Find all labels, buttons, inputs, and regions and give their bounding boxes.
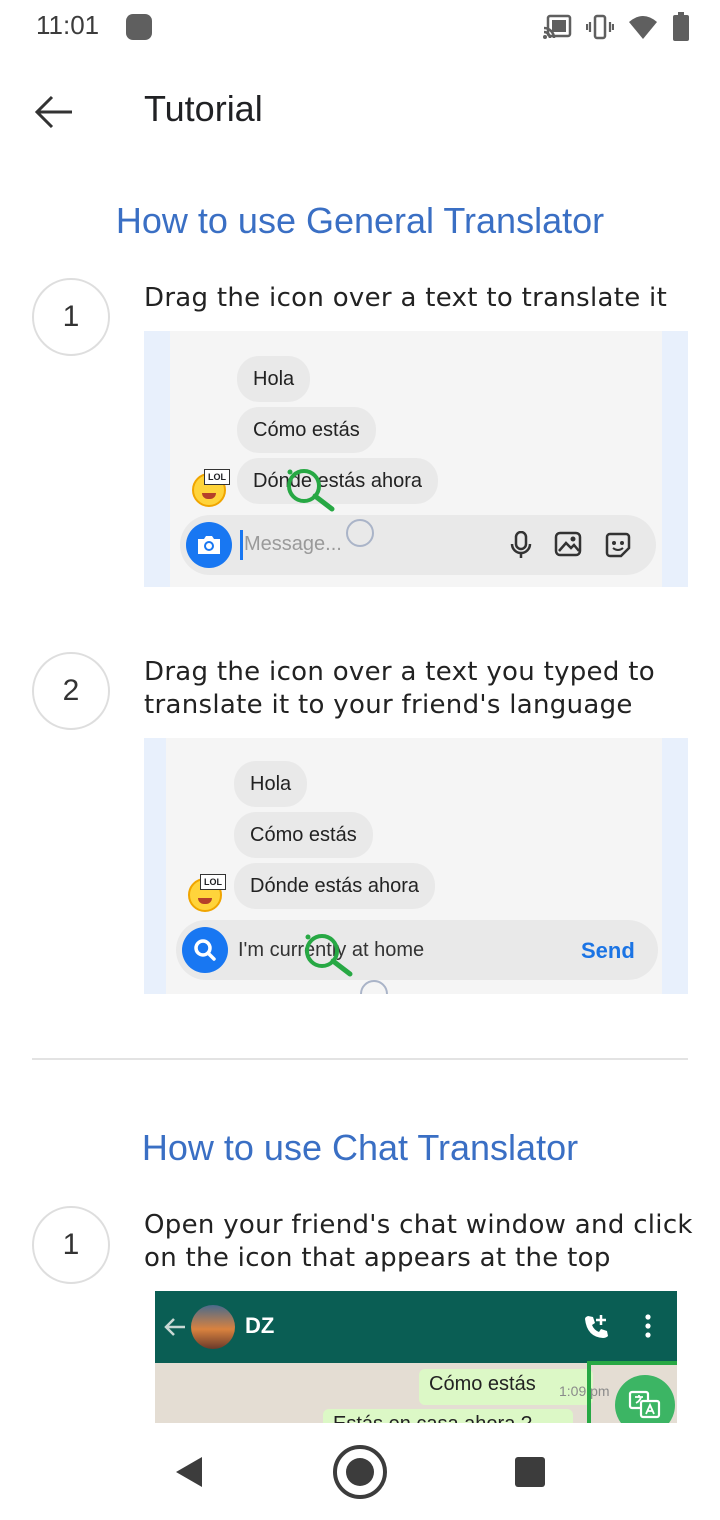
step-number: 2 xyxy=(32,652,110,730)
chat-bubble: Cómo estás xyxy=(237,407,376,453)
chat-bubble: Hola xyxy=(234,761,308,807)
nav-home-button[interactable] xyxy=(330,1442,390,1502)
contact-name: DZ xyxy=(245,1313,275,1338)
system-nav-bar xyxy=(0,1424,720,1520)
nav-back-button[interactable] xyxy=(158,1442,218,1502)
lol-sticker: LOL xyxy=(204,469,230,485)
tutorial-image-translate-typed: Hola Cómo estás Dónde estás ahora LOL I'… xyxy=(144,738,688,994)
sticker-icon xyxy=(605,532,631,558)
nav-home-icon xyxy=(333,1445,387,1499)
chat-bubble: Dónde estás ahora xyxy=(234,863,436,909)
add-call-icon xyxy=(585,1315,608,1338)
chat-message: Estás en casa ahora ? xyxy=(323,1409,573,1423)
nav-back-icon xyxy=(176,1457,202,1487)
camera-icon xyxy=(186,522,232,568)
microphone-icon xyxy=(510,531,532,558)
step-description: Drag the icon over a text to translate i… xyxy=(144,283,668,313)
search-icon xyxy=(182,927,228,973)
tutorial-image-drag-translate: Hola Cómo estás Dónde estás ahora LOL Me… xyxy=(144,331,688,587)
message-composer: Message... xyxy=(180,515,656,575)
page-title: Tutorial xyxy=(144,88,263,129)
chat-bubble: Cómo estás xyxy=(234,812,373,858)
message-composer: I'm currently at home Send xyxy=(176,920,658,980)
arrow-back-icon xyxy=(34,95,72,129)
chat-bubble: Hola xyxy=(237,356,311,402)
chat-header: DZ xyxy=(155,1291,677,1363)
battery-icon xyxy=(673,12,689,41)
nav-recents-button[interactable] xyxy=(500,1442,560,1502)
chat-translator-heading: How to use Chat Translator xyxy=(141,1127,579,1168)
back-button[interactable] xyxy=(22,80,86,144)
status-bar: 11:01 xyxy=(0,0,720,56)
avatar xyxy=(191,1305,235,1349)
arrow-back-icon xyxy=(164,1318,185,1336)
status-time: 11:01 xyxy=(36,10,100,40)
more-vert-icon xyxy=(645,1314,651,1338)
app-bar: Tutorial xyxy=(0,60,720,160)
drag-target-ring xyxy=(346,519,374,547)
step-number: 1 xyxy=(32,1206,110,1284)
step-description: Drag the icon over a text you typed to t… xyxy=(144,657,655,720)
magnifier-icon xyxy=(287,469,335,512)
image-icon xyxy=(554,531,582,557)
vibrate-icon xyxy=(586,14,614,40)
step-description: Open your friend's chat window and click… xyxy=(144,1210,693,1273)
magnifier-icon xyxy=(305,934,353,977)
tutorial-image-chat-translator: DZ Cómo estás 1:09 pm Estás en casa ahor… xyxy=(155,1291,677,1423)
general-translator-heading: How to use General Translator xyxy=(115,200,605,241)
wifi-icon xyxy=(629,16,657,39)
lol-sticker: LOL xyxy=(200,874,226,890)
message-placeholder: Message... xyxy=(244,533,342,555)
message-text: Estás en casa ahora ? xyxy=(333,1413,532,1423)
status-icons xyxy=(542,10,690,44)
message-text: Cómo estás xyxy=(429,1373,536,1395)
cast-icon xyxy=(543,14,572,39)
nav-recents-icon xyxy=(515,1457,545,1487)
notification-dot-icon xyxy=(126,14,152,40)
section-divider xyxy=(32,1058,688,1060)
send-button: Send xyxy=(581,938,635,963)
step-number: 1 xyxy=(32,278,110,356)
